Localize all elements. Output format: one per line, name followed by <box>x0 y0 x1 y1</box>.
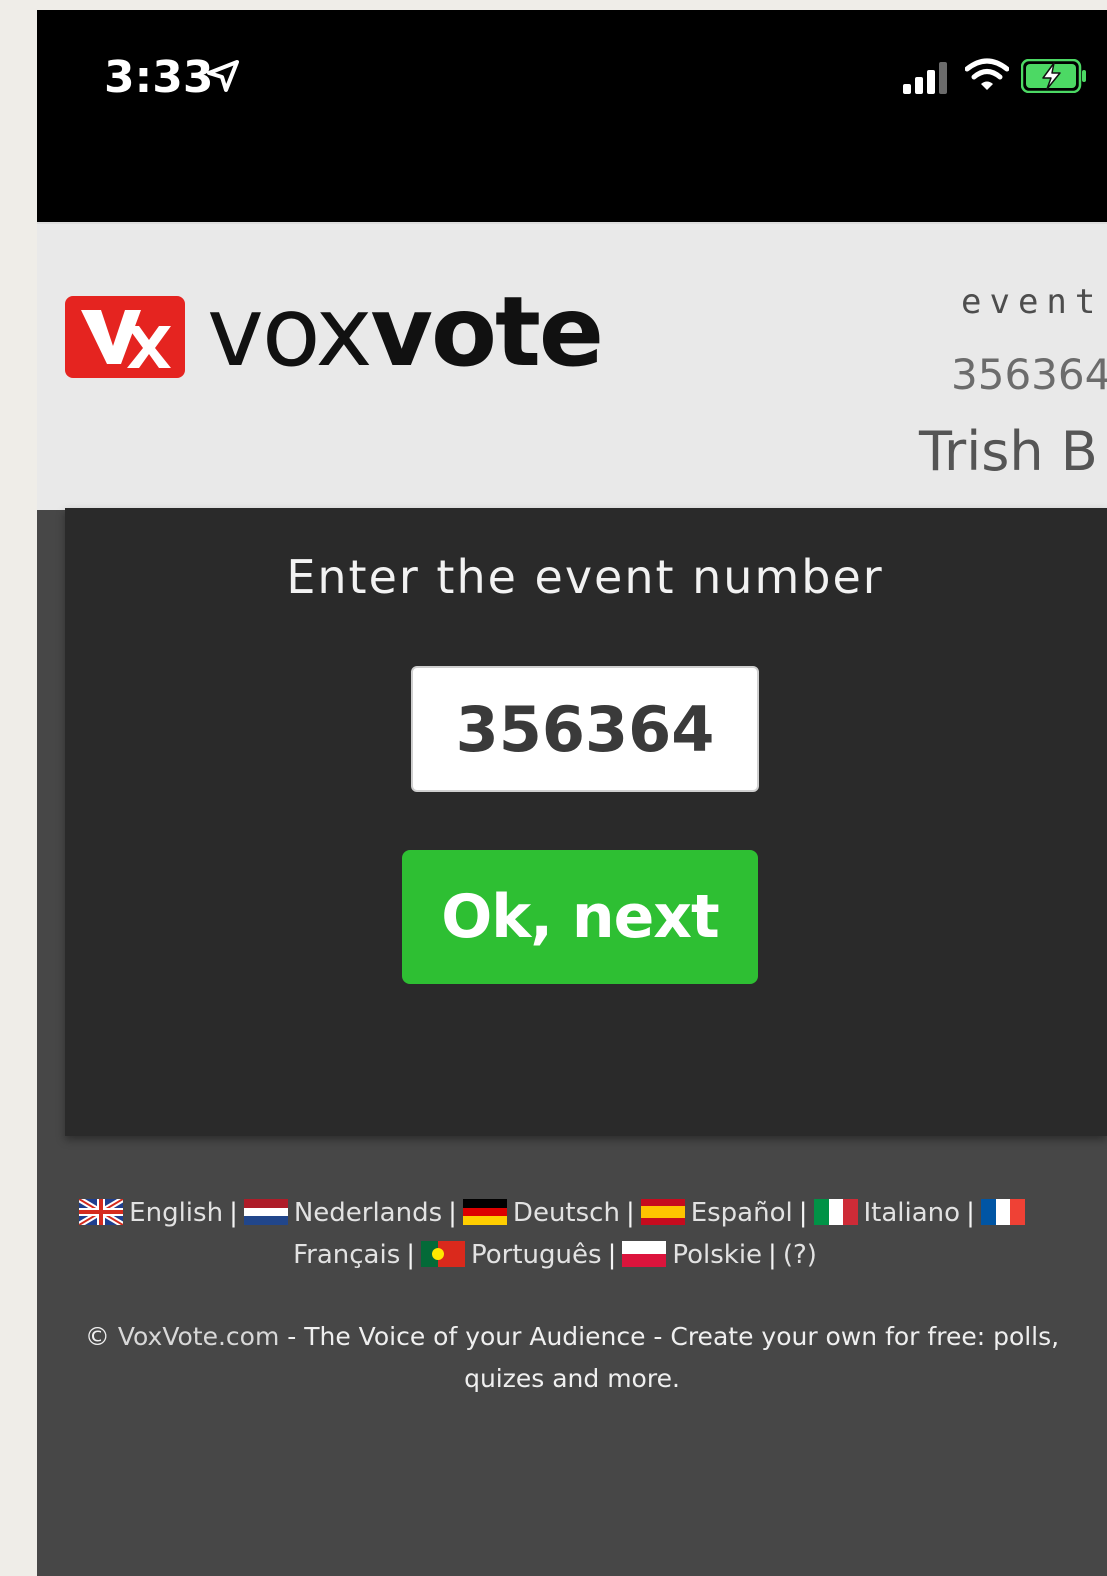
user-name: Trish B <box>919 420 1098 483</box>
separator: | <box>966 1198 975 1228</box>
wifi-icon <box>965 58 1009 90</box>
footer-line-2: quizes and more. <box>464 1364 680 1393</box>
brand-wordmark: voxvote <box>207 284 604 380</box>
status-time: 3:33 <box>104 52 214 103</box>
copyright-symbol: © <box>84 1322 110 1351</box>
status-bar: 3:33 <box>37 10 1107 222</box>
lang-nederlands[interactable]: Nederlands <box>294 1198 442 1228</box>
separator: | <box>406 1240 416 1270</box>
footer-tagline: - The Voice of your Audience - Create yo… <box>279 1322 1060 1351</box>
italy-flag-icon <box>813 1199 858 1225</box>
separator: | <box>798 1198 808 1228</box>
portugal-flag-icon <box>421 1241 466 1267</box>
separator: | <box>768 1240 777 1270</box>
separator: | <box>448 1198 457 1228</box>
event-number-input[interactable] <box>411 666 759 792</box>
germany-flag-icon <box>462 1199 507 1225</box>
event-entry-panel: Enter the event number Ok, next <box>65 508 1107 1136</box>
language-selector-row-1: English | Nederlands | Deutsch | Español | I… <box>40 1198 1070 1228</box>
lang-francais[interactable]: Français <box>293 1240 400 1270</box>
spain-flag-icon <box>640 1199 685 1225</box>
separator: | <box>607 1240 617 1270</box>
brand-vox: vox <box>207 276 372 388</box>
ok-next-button[interactable]: Ok, next <box>402 850 758 984</box>
battery-charging-icon <box>1021 59 1086 93</box>
lang-italiano[interactable]: Italiano <box>864 1198 961 1228</box>
netherlands-flag-icon <box>243 1199 288 1225</box>
separator: | <box>625 1198 635 1228</box>
event-number-display: 356364 <box>951 350 1107 399</box>
poland-flag-icon <box>622 1241 667 1267</box>
lang-polskie[interactable]: Polskie <box>672 1240 762 1270</box>
brand-vote: vote <box>370 276 604 388</box>
footer-line-1: © VoxVote.com - The Voice of your Audien… <box>37 1322 1107 1351</box>
voxvote-site-link[interactable]: VoxVote.com <box>118 1322 279 1351</box>
voxvote-logo-icon <box>65 296 185 378</box>
language-help-link[interactable]: (?) <box>783 1240 817 1270</box>
lang-portugues[interactable]: Português <box>471 1240 602 1270</box>
location-arrow-icon <box>207 60 239 92</box>
lang-english[interactable]: English <box>129 1198 223 1228</box>
prompt-title: Enter the event number <box>286 550 884 604</box>
language-selector-row-2: Français | Português | Polskie | (?) <box>40 1240 1070 1270</box>
separator: | <box>229 1198 238 1228</box>
uk-flag-icon <box>79 1199 124 1225</box>
app-header: voxvote event 356364 Trish B <box>37 222 1107 510</box>
france-flag-icon <box>980 1199 1025 1225</box>
lang-deutsch[interactable]: Deutsch <box>513 1198 620 1228</box>
cellular-signal-icon <box>903 62 947 94</box>
event-label: event <box>961 282 1104 322</box>
lang-espanol[interactable]: Español <box>691 1198 793 1228</box>
